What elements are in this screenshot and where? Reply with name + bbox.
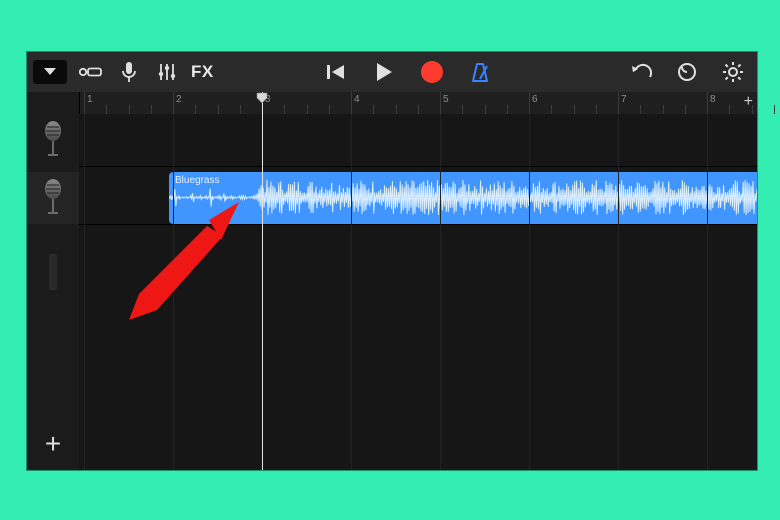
previous-icon [326,63,346,81]
toolbar: FX [27,52,757,92]
undo-button[interactable] [627,58,655,86]
visual-eq-icon [78,64,104,80]
visual-eq-button[interactable] [77,58,105,86]
timeline-lanes[interactable]: Bluegrass [79,114,757,470]
gear-icon [722,61,744,83]
ruler-bar-label: 7 [621,94,627,105]
track-view-dropdown[interactable] [33,60,67,84]
metronome-button[interactable] [466,58,494,86]
waveform [169,172,757,223]
timeline-ruler[interactable]: + 12345678 [79,92,757,115]
playhead[interactable] [262,92,263,470]
chevron-down-icon [43,67,57,77]
microphone-icon [121,61,137,83]
loop-button[interactable] [673,58,701,86]
playhead-marker-icon [256,92,268,104]
add-track-button[interactable]: + [39,430,67,458]
undo-icon [630,63,652,81]
mic-icon [40,179,66,217]
app-window: FX [27,52,757,470]
ruler-bar-label: 1 [87,94,93,105]
level-meter-stub [49,254,57,290]
settings-button[interactable] [719,58,747,86]
play-button[interactable] [370,58,398,86]
fx-button[interactable]: FX [191,62,214,82]
track-header-2[interactable] [27,172,79,224]
track-lane-2[interactable]: Bluegrass [79,172,757,225]
record-button[interactable] [418,58,446,86]
ruler-bar-label: 4 [354,94,360,105]
ruler-bar-label: 6 [532,94,538,105]
rewind-button[interactable] [322,58,350,86]
play-icon [375,62,393,82]
mixer-sliders-button[interactable] [153,58,181,86]
sliders-icon [157,62,177,82]
loop-icon [676,61,698,83]
track-header-1[interactable] [27,114,79,166]
ruler-bar-label: 8 [710,94,716,105]
track-lane-1[interactable] [79,114,757,167]
ruler-bar-label: 5 [443,94,449,105]
mic-input-button[interactable] [115,58,143,86]
record-icon [421,61,443,83]
audio-region[interactable]: Bluegrass [169,172,757,224]
metronome-icon [469,61,491,83]
track-header-column [27,92,80,470]
ruler-bar-label: 2 [176,94,182,105]
mic-icon [40,121,66,159]
